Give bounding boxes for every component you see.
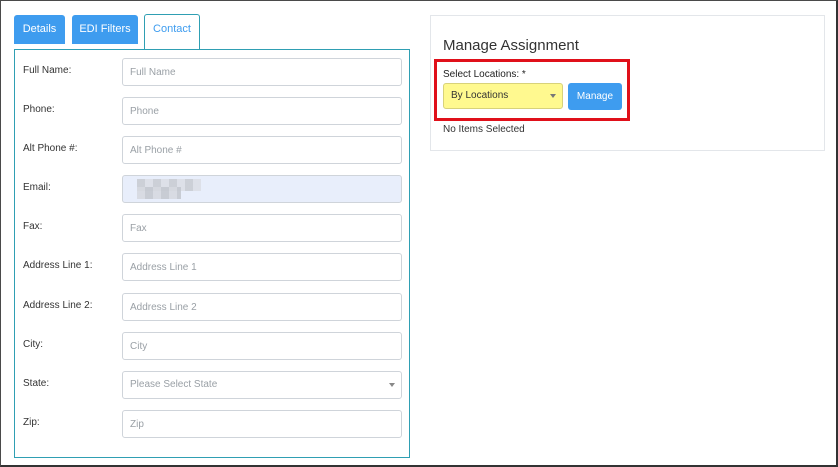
full-name-input[interactable] [122, 58, 402, 86]
full-name-label: Full Name: [23, 65, 72, 76]
state-select-value: Please Select State [130, 379, 218, 390]
address-line-1-input[interactable] [122, 253, 402, 281]
city-label: City: [23, 339, 43, 350]
no-items-selected-text: No Items Selected [443, 124, 525, 135]
fax-input[interactable] [122, 214, 402, 242]
tab-edi-filters[interactable]: EDI Filters [72, 15, 138, 44]
chevron-down-icon [389, 383, 395, 387]
zip-input[interactable] [122, 410, 402, 438]
address-line-2-input[interactable] [122, 293, 402, 321]
form-row-address-2: Address Line 2: [15, 293, 409, 321]
form-row-alt-phone: Alt Phone #: [15, 136, 409, 164]
chevron-down-icon [550, 94, 556, 98]
redacted-email-value-lower [137, 187, 181, 199]
alt-phone-input[interactable] [122, 136, 402, 164]
form-row-zip: Zip: [15, 410, 409, 438]
city-input[interactable] [122, 332, 402, 360]
manage-assignment-title: Manage Assignment [443, 37, 579, 54]
fax-label: Fax: [23, 221, 43, 232]
zip-label: Zip: [23, 417, 40, 428]
address-line-2-label: Address Line 2: [23, 300, 93, 311]
form-row-city: City: [15, 332, 409, 360]
manage-button[interactable]: Manage [568, 83, 622, 110]
locations-select[interactable]: By Locations [443, 83, 563, 109]
tab-details[interactable]: Details [14, 15, 65, 44]
select-locations-label: Select Locations: * [443, 69, 526, 80]
phone-label: Phone: [23, 104, 55, 115]
locations-select-value: By Locations [451, 90, 509, 101]
form-row-fax: Fax: [15, 214, 409, 242]
state-select[interactable]: Please Select State [122, 371, 402, 399]
form-row-state: State: Please Select State [15, 371, 409, 399]
state-label: State: [23, 378, 50, 389]
alt-phone-label: Alt Phone #: [23, 143, 78, 154]
form-row-email: Email: [15, 175, 409, 203]
form-row-full-name: Full Name: [15, 58, 409, 86]
form-row-address-1: Address Line 1: [15, 253, 409, 281]
email-label: Email: [23, 182, 51, 193]
contact-form-panel: Full Name: Phone: Alt Phone #: Email: Fa… [14, 49, 410, 458]
tab-contact[interactable]: Contact [144, 14, 200, 49]
address-line-1-label: Address Line 1: [23, 260, 93, 271]
form-row-phone: Phone: [15, 97, 409, 125]
phone-input[interactable] [122, 97, 402, 125]
